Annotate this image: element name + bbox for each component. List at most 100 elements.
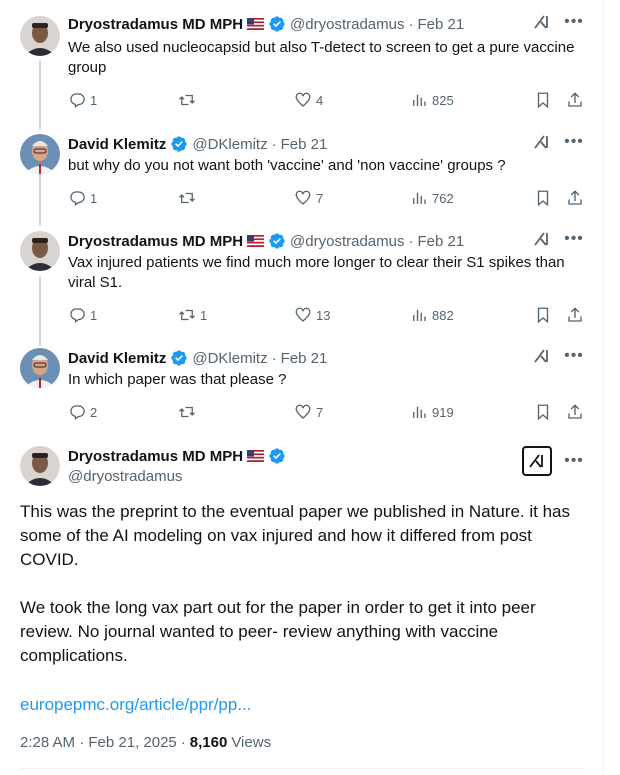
divider [20,768,584,769]
grok-icon[interactable] [532,229,552,249]
us-flag-icon [247,235,265,247]
tweet-date[interactable]: Feb 21 [281,350,328,367]
like-button[interactable]: 7 [294,403,410,421]
views-icon [413,406,426,418]
bookmark-icon[interactable] [534,306,552,324]
author-name[interactable]: Dryostradamus MD MPH [68,233,243,250]
author-name[interactable]: David Klemitz [68,136,166,153]
reply-count: 1 [90,92,98,108]
grok-icon[interactable] [532,346,552,366]
verified-badge-icon [269,448,285,464]
grok-icon[interactable] [532,12,552,32]
retweet-icon [179,406,195,418]
views-count: 825 [432,92,454,108]
more-icon[interactable]: ••• [564,132,584,152]
retweet-button[interactable] [178,403,294,421]
share-icon[interactable] [566,306,584,324]
reply-button[interactable]: 1 [68,306,178,324]
tweet-date[interactable]: Feb 21 [417,233,464,250]
tweet-date[interactable]: Feb 21 [417,16,464,33]
heart-icon [295,92,311,107]
main-tweet: Dryostradamus MD MPH @dryostradamus ••• … [0,446,604,775]
share-icon[interactable] [566,91,584,109]
heart-icon [295,190,311,205]
conversation-column: Dryostradamus MD MPH @dryostradamus · Fe… [0,0,604,775]
reply-count: 2 [90,404,98,420]
retweet-count: 1 [200,307,208,323]
author-name[interactable]: David Klemitz [68,350,166,367]
us-flag-icon [247,450,265,462]
thread-tweet[interactable]: David Klemitz @DKlemitz · Feb 21 ••• In … [0,346,604,428]
verified-badge-icon [269,233,285,249]
verified-badge-icon [171,350,188,366]
share-icon[interactable] [566,403,584,421]
tweet-text: We also used nucleocapsid but also T-det… [68,39,575,76]
tweet-actions: 1 7 762 [68,188,584,208]
views-count: 762 [432,190,454,206]
more-icon[interactable]: ••• [564,451,584,471]
thread-tweet[interactable]: Dryostradamus MD MPH @dryostradamus · Fe… [0,229,604,331]
avatar[interactable] [20,348,60,388]
tweet-meta: 2:28 AM · Feb 21, 2025 · 8,160 Views [20,734,271,751]
tweet-timestamp[interactable]: 2:28 AM · Feb 21, 2025 [20,734,177,751]
avatar[interactable] [20,231,60,271]
avatar[interactable] [20,134,60,174]
separator-dot: · [180,734,186,751]
retweet-button[interactable]: 1 [178,306,294,324]
reply-icon [70,405,85,421]
reply-icon [70,191,85,207]
like-button[interactable]: 7 [294,189,410,207]
like-button[interactable]: 13 [294,306,410,324]
bookmark-icon[interactable] [534,91,552,109]
avatar[interactable] [20,446,60,486]
like-count: 13 [316,307,331,323]
author-handle[interactable]: @dryostradamus [290,16,404,33]
thread-tweet[interactable]: David Klemitz @DKlemitz · Feb 21 ••• but… [0,132,604,214]
like-count: 4 [316,92,324,108]
retweet-button[interactable] [178,189,294,207]
author-handle[interactable]: @DKlemitz [192,350,267,367]
reply-icon [70,308,85,324]
grok-button[interactable] [522,446,552,476]
us-flag-icon [247,18,265,30]
separator-dot: · [408,15,414,33]
author-handle[interactable]: @DKlemitz [192,136,267,153]
share-icon[interactable] [566,189,584,207]
tweet-text: Vax injured patients we find much more l… [68,254,565,291]
tweet-actions: 1 4 825 [68,90,584,110]
tweet-date[interactable]: Feb 21 [281,136,328,153]
bookmark-icon[interactable] [534,403,552,421]
views-button[interactable]: 762 [410,189,518,207]
main-tweet-paragraph: We took the long vax part out for the pa… [20,598,536,665]
more-icon[interactable]: ••• [564,346,584,366]
retweet-button[interactable] [178,91,294,109]
more-icon[interactable]: ••• [564,12,584,32]
tweet-text: In which paper was that please ? [68,371,287,388]
grok-icon [529,454,543,468]
views-button[interactable]: 825 [410,91,518,109]
bookmark-icon[interactable] [534,189,552,207]
author-handle[interactable]: @dryostradamus [68,468,286,485]
more-icon[interactable]: ••• [564,229,584,249]
views-count: 8,160 [189,734,228,751]
main-tweet-paragraph: This was the preprint to the eventual pa… [20,502,570,569]
tweet-link[interactable]: europepmc.org/article/ppr/pp... [20,695,252,715]
thread-tweet[interactable]: Dryostradamus MD MPH @dryostradamus · Fe… [0,12,604,114]
views-count: 919 [432,404,454,420]
reply-button[interactable]: 2 [68,403,178,421]
author-name[interactable]: Dryostradamus MD MPH [68,448,243,465]
author-handle[interactable]: @dryostradamus [290,233,404,250]
reply-button[interactable]: 1 [68,91,178,109]
like-count: 7 [316,404,324,420]
heart-icon [295,404,311,419]
retweet-icon [179,94,195,106]
grok-icon[interactable] [532,132,552,152]
views-button[interactable]: 919 [410,403,518,421]
avatar[interactable] [20,16,60,56]
heart-icon [295,307,311,322]
views-button[interactable]: 882 [410,306,518,324]
like-button[interactable]: 4 [294,91,410,109]
reply-button[interactable]: 1 [68,189,178,207]
author-name[interactable]: Dryostradamus MD MPH [68,16,243,33]
reply-icon [70,93,85,109]
